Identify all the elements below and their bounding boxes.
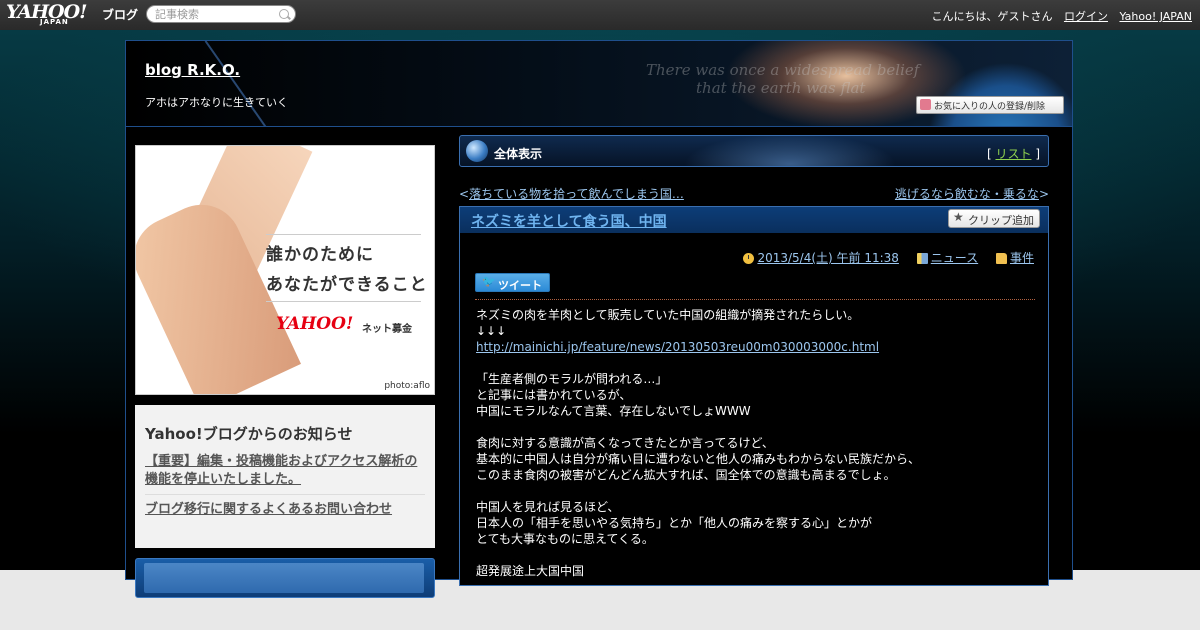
body-line [476, 483, 1036, 499]
folder-icon [995, 253, 1007, 264]
header-background-text-line1: There was once a widespread belief [646, 61, 920, 79]
body-line: 中国人を見れば見るほど、 [476, 500, 620, 514]
article-divider [475, 299, 1035, 300]
article-panel: ネズミを羊として食う国、中国 ★ クリップ追加 2013/5/4(土) 午前 1… [459, 206, 1049, 586]
yahoo-japan-link[interactable]: Yahoo! JAPAN [1119, 10, 1192, 23]
notice-link-faq[interactable]: ブログ移行に関するよくあるお問い合わせ [145, 501, 425, 524]
news-category-icon [916, 253, 928, 264]
clock-icon [743, 253, 755, 264]
top-navigation-bar: YAHOO! JAPAN ブログ こんにちは、ゲストさん ログイン Yahoo!… [0, 0, 1200, 30]
ad-photo-credit: photo:aflo [384, 381, 430, 391]
heart-icon [920, 99, 931, 110]
all-view-label: 全体表示 [494, 147, 543, 161]
body-line: とても大事なものに思えてくる。 [476, 532, 654, 546]
body-line: 「生産者側のモラルが問われる…」 [476, 372, 668, 386]
blog-description: アホはアホなりに生きていく [145, 96, 288, 109]
search-icon[interactable] [279, 9, 289, 19]
category-incident-link[interactable]: 事件 [1010, 251, 1034, 265]
body-line [476, 355, 1036, 371]
search-input[interactable] [155, 7, 275, 21]
next-article-link[interactable]: 逃げるなら飲むな・乗るな [895, 187, 1039, 201]
search-box [146, 5, 296, 23]
logo-sub: JAPAN [40, 18, 69, 26]
list-bracket-open: [ [986, 147, 992, 161]
prev-article: <落ちている物を拾って飲んでしまう国… [459, 185, 684, 202]
header-background-text-line2: that the earth was flat [696, 79, 866, 97]
blog-title[interactable]: blog R.K.O. [145, 61, 240, 79]
list-bracket-close: ] [1035, 147, 1040, 161]
source-article-link[interactable]: http://mainichi.jp/feature/news/20130503… [476, 340, 879, 354]
next-article: 逃げるなら飲むな・乗るな> [895, 185, 1049, 202]
ad-headline-1: 誰かのために [266, 245, 374, 265]
article-date[interactable]: 2013/5/4(土) 午前 11:38 [757, 251, 898, 265]
ad-yahoo-logo: YAHOO! [276, 314, 354, 334]
article-navigation: <落ちている物を拾って飲んでしまう国… 逃げるなら飲むな・乗るな> [459, 185, 1049, 201]
prev-arrow: < [459, 187, 470, 201]
ad-net-bokin-label: ネット募金 [362, 324, 412, 335]
globe-icon [466, 140, 488, 162]
body-line: 日本人の「相手を思いやる気持ち」とか「他人の痛みを察する心」とかが [476, 516, 873, 530]
header-background-text: There was once a widespread belief that … [646, 61, 919, 97]
list-view-link[interactable]: リスト [995, 147, 1031, 161]
body-line: ↓↓↓ [476, 324, 507, 338]
ad-divider-top [266, 234, 421, 235]
prev-article-link[interactable]: 落ちている物を拾って飲んでしまう国… [469, 187, 684, 201]
body-line: と記事には書かれているが、 [476, 388, 632, 402]
article-meta: 2013/5/4(土) 午前 11:38 ニュース 事件 [729, 249, 1034, 266]
all-view-header: 全体表示 [ リスト ] [459, 135, 1049, 167]
twitter-bird-icon: 🐦 [482, 275, 496, 288]
star-icon: ★ [953, 210, 964, 224]
yahoo-blog-logo[interactable]: YAHOO! JAPAN ブログ [6, 1, 142, 27]
blog-header: There was once a widespread belief that … [126, 41, 1072, 127]
notice-divider [145, 494, 425, 495]
tweet-button-label: ツイート [498, 279, 542, 292]
body-line: 食肉に対する意識が高くなってきたとか言ってるけど、 [476, 436, 774, 450]
sidebar-blue-widget-header [144, 563, 424, 593]
blog-container: There was once a widespread belief that … [125, 40, 1073, 598]
favorite-register-button[interactable]: お気に入りの人の登録/削除 [916, 96, 1064, 114]
article-title[interactable]: ネズミを羊として食う国、中国 [471, 211, 667, 231]
list-link-wrapper: [ リスト ] [987, 145, 1040, 162]
favorite-button-label: お気に入りの人の登録/削除 [934, 102, 1046, 112]
body-line: 超発展途上大国中国 [476, 564, 585, 578]
login-link[interactable]: ログイン [1064, 10, 1108, 23]
body-line: 基本的に中国人は自分が痛い目に遭わないと他人の痛みもわからない民族だから、 [476, 452, 921, 466]
clip-add-button[interactable]: ★ クリップ追加 [948, 209, 1040, 228]
category-news-link[interactable]: ニュース [931, 251, 978, 265]
next-arrow: > [1038, 187, 1049, 201]
body-line [476, 547, 1036, 563]
body-line: このまま食肉の被害がどんどん拡大すれば、国全体での意識も高まるでしょ。 [476, 468, 896, 482]
article-body: ネズミの肉を羊肉として販売していた中国の組織が摘発されたらしい。 ↓↓↓ htt… [476, 307, 1036, 579]
clip-button-label: クリップ追加 [968, 214, 1034, 227]
body-line [476, 419, 1036, 435]
tweet-button[interactable]: 🐦 ツイート [475, 273, 550, 292]
article-title-bar: ネズミを羊として食う国、中国 ★ クリップ追加 [460, 207, 1048, 233]
body-line: 中国にモラルなんて言葉、存在しないでしょWWW [476, 404, 751, 418]
yahoo-blog-notice-panel: Yahoo!ブログからのお知らせ 【重要】編集・投稿機能およびアクセス解析の機能… [135, 405, 435, 548]
greeting-text: こんにちは、ゲストさん [931, 10, 1053, 23]
light-streak-decoration [204, 41, 270, 126]
sidebar-blue-widget [135, 558, 435, 598]
ad-divider-bottom [266, 301, 421, 302]
body-link-line: http://mainichi.jp/feature/news/20130503… [476, 339, 1036, 355]
body-line: ネズミの肉を羊肉として販売していた中国の組織が摘発されたらしい。 [476, 308, 860, 322]
ad-headline-2: あなたができること [266, 275, 428, 295]
notice-link-important[interactable]: 【重要】編集・投稿機能およびアクセス解析の機能を停止いたしました。 [145, 453, 425, 494]
donation-ad-banner[interactable]: 誰かのために あなたができること YAHOO! ネット募金 photo:aflo [135, 145, 435, 395]
logo-blog: ブログ [102, 8, 139, 22]
user-menu: こんにちは、ゲストさん ログイン Yahoo! JAPAN [931, 8, 1192, 24]
notice-heading: Yahoo!ブログからのお知らせ [145, 425, 353, 443]
